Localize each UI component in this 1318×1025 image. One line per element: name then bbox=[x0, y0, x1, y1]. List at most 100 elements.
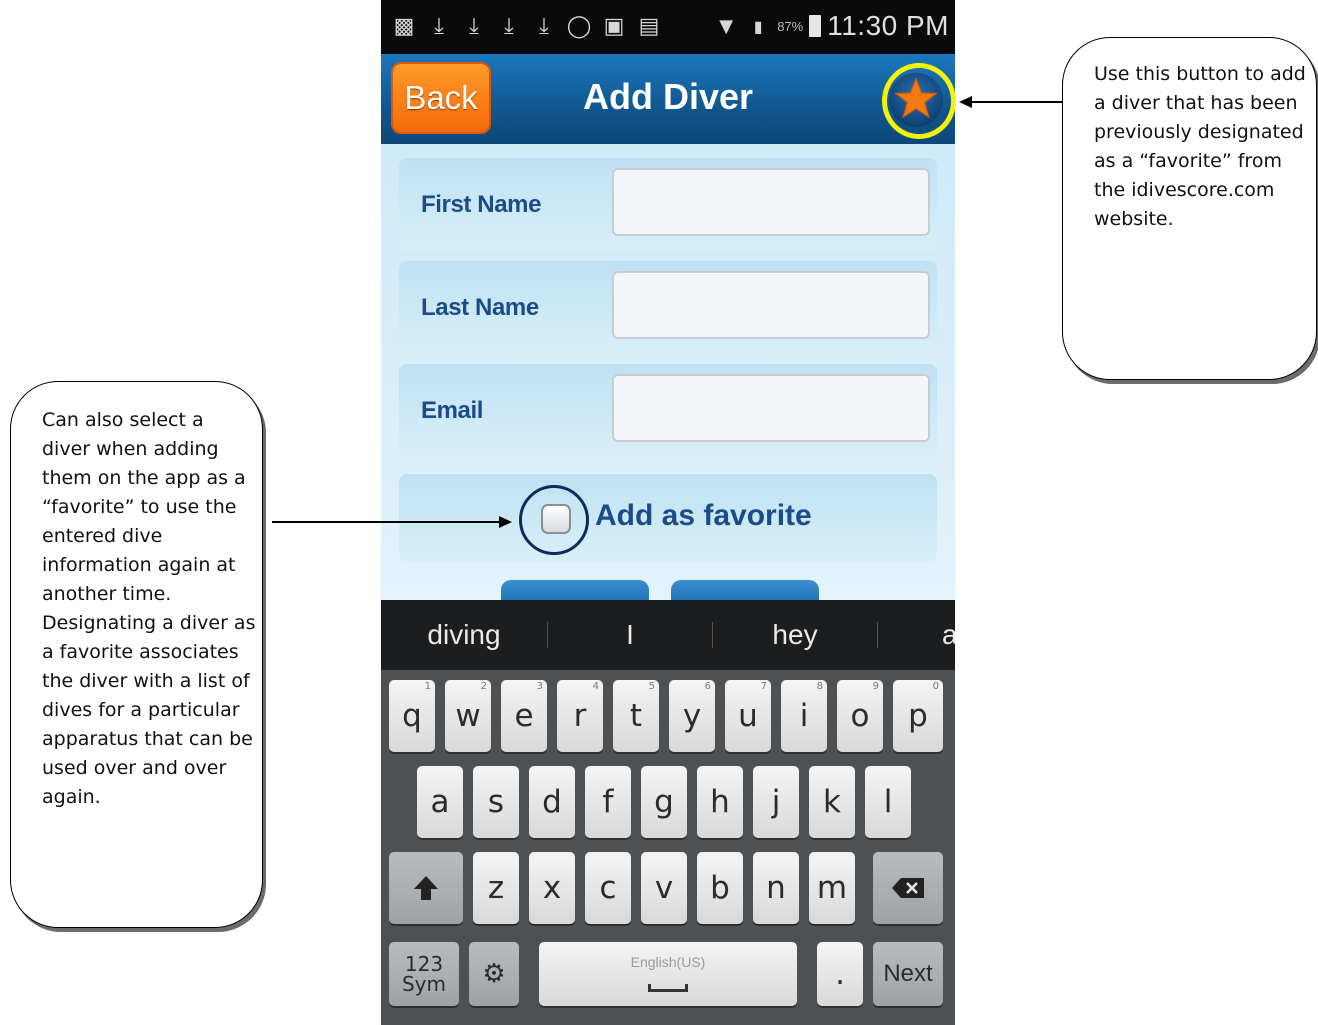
screenshot-icon: ▤ bbox=[638, 13, 660, 39]
system-status: ▼ ▮ 87% 11:30 PM bbox=[713, 10, 949, 42]
favorite-checkbox-callout: Can also select a diver when adding them… bbox=[10, 381, 263, 928]
key-k[interactable]: k bbox=[809, 766, 855, 838]
download-icon: ⤓ bbox=[539, 13, 549, 39]
key-h[interactable]: h bbox=[697, 766, 743, 838]
key-label: w bbox=[455, 698, 481, 734]
battery-percent: 87% bbox=[777, 18, 804, 34]
key-p[interactable]: p0 bbox=[893, 680, 943, 752]
key-hint: 4 bbox=[592, 681, 599, 692]
symbols-key-line1: 123 bbox=[404, 952, 444, 976]
email-input[interactable] bbox=[612, 374, 930, 442]
key-label: i bbox=[799, 698, 809, 734]
key-n[interactable]: n bbox=[753, 852, 799, 924]
key-label: y bbox=[682, 698, 702, 734]
first-name-input[interactable] bbox=[612, 168, 930, 236]
space-key[interactable]: English(US) bbox=[539, 942, 797, 1006]
gear-icon: ⚙ bbox=[482, 959, 506, 989]
shift-arrow-icon bbox=[414, 876, 438, 900]
key-r[interactable]: r4 bbox=[557, 680, 603, 752]
suggestion-item[interactable]: a bbox=[878, 600, 955, 670]
status-bar: ▩ ⤓ ⤓ ⤓ ⤓ ◯ ▣ ▤ ▼ ▮ 87% 11:30 PM bbox=[381, 0, 955, 54]
app-icon: ▣ bbox=[603, 13, 625, 39]
suggestion-item[interactable]: diving bbox=[381, 600, 547, 670]
key-hint: 3 bbox=[536, 681, 543, 692]
signal-icon: ▮ bbox=[753, 16, 763, 36]
key-u[interactable]: u7 bbox=[725, 680, 771, 752]
key-label: o bbox=[850, 698, 870, 734]
key-s[interactable]: s bbox=[473, 766, 519, 838]
key-t[interactable]: t5 bbox=[613, 680, 659, 752]
key-hint: 7 bbox=[760, 681, 767, 692]
key-j[interactable]: j bbox=[753, 766, 799, 838]
favorites-button-callout: Use this button to add a diver that has … bbox=[1062, 37, 1317, 380]
app-header: Back Add Diver bbox=[381, 54, 955, 144]
suggestion-bar: diving I hey a bbox=[381, 600, 955, 670]
key-label: u bbox=[738, 698, 758, 734]
key-v[interactable]: v bbox=[641, 852, 687, 924]
callout-arrow-line bbox=[272, 521, 500, 523]
battery-icon bbox=[809, 15, 822, 37]
favorite-checkbox-highlight bbox=[519, 485, 589, 555]
symbols-key-line2: Sym bbox=[401, 972, 446, 996]
space-key-language: English(US) bbox=[630, 954, 706, 970]
add-diver-form: First Name Last Name Email Add as favori… bbox=[381, 144, 955, 604]
clock: 11:30 PM bbox=[827, 10, 949, 41]
key-hint: 0 bbox=[932, 681, 939, 692]
period-key[interactable]: . bbox=[817, 942, 863, 1006]
backspace-icon bbox=[892, 878, 924, 898]
favorite-checkbox-label[interactable]: Add as favorite bbox=[595, 499, 812, 533]
key-hint: 5 bbox=[648, 681, 655, 692]
space-bar-icon bbox=[648, 984, 688, 992]
page-title: Add Diver bbox=[582, 76, 754, 117]
key-label: q bbox=[402, 698, 422, 734]
last-name-row: Last Name bbox=[399, 261, 937, 355]
suggestion-item[interactable]: hey bbox=[713, 600, 877, 670]
key-w[interactable]: w2 bbox=[445, 680, 491, 752]
key-label: t bbox=[629, 698, 643, 734]
key-d[interactable]: d bbox=[529, 766, 575, 838]
key-e[interactable]: e3 bbox=[501, 680, 547, 752]
suggestion-item[interactable]: I bbox=[548, 600, 712, 670]
settings-key[interactable]: ⚙ bbox=[469, 942, 519, 1006]
email-label: Email bbox=[421, 397, 484, 424]
key-b[interactable]: b bbox=[697, 852, 743, 924]
next-key[interactable]: Next bbox=[873, 942, 943, 1006]
key-z[interactable]: z bbox=[473, 852, 519, 924]
download-icon: ⤓ bbox=[504, 13, 514, 39]
favorites-button-note: Use this button to add a diver that has … bbox=[1094, 63, 1306, 230]
key-hint: 8 bbox=[816, 681, 823, 692]
message-icon: ▩ bbox=[393, 13, 415, 39]
first-name-label: First Name bbox=[421, 191, 542, 218]
key-label: e bbox=[514, 698, 534, 734]
key-l[interactable]: l bbox=[865, 766, 911, 838]
favorite-checkbox-note: Can also select a diver when adding them… bbox=[42, 409, 256, 808]
callout-arrowhead bbox=[959, 96, 972, 108]
key-hint: 6 bbox=[704, 681, 711, 692]
shift-key[interactable] bbox=[389, 852, 463, 924]
first-name-row: First Name bbox=[399, 158, 937, 252]
key-label: p bbox=[908, 698, 928, 734]
key-hint: 1 bbox=[424, 681, 431, 692]
favorite-row: Add as favorite bbox=[399, 474, 937, 562]
key-x[interactable]: x bbox=[529, 852, 575, 924]
key-f[interactable]: f bbox=[585, 766, 631, 838]
symbols-key[interactable]: 123 Sym bbox=[389, 942, 459, 1006]
key-y[interactable]: y6 bbox=[669, 680, 715, 752]
download-icon: ⤓ bbox=[434, 13, 444, 39]
key-c[interactable]: c bbox=[585, 852, 631, 924]
key-a[interactable]: a bbox=[417, 766, 463, 838]
back-button[interactable]: Back bbox=[391, 62, 491, 134]
key-label: r bbox=[573, 698, 587, 734]
key-m[interactable]: m bbox=[809, 852, 855, 924]
callout-arrowhead bbox=[499, 516, 512, 528]
backspace-key[interactable] bbox=[873, 852, 943, 924]
key-g[interactable]: g bbox=[641, 766, 687, 838]
key-q[interactable]: q1 bbox=[389, 680, 435, 752]
download-icon: ⤓ bbox=[469, 13, 479, 39]
last-name-input[interactable] bbox=[612, 271, 930, 339]
voicemail-icon: ◯ bbox=[566, 13, 592, 39]
last-name-label: Last Name bbox=[421, 294, 539, 321]
key-i[interactable]: i8 bbox=[781, 680, 827, 752]
key-hint: 9 bbox=[872, 681, 879, 692]
key-o[interactable]: o9 bbox=[837, 680, 883, 752]
